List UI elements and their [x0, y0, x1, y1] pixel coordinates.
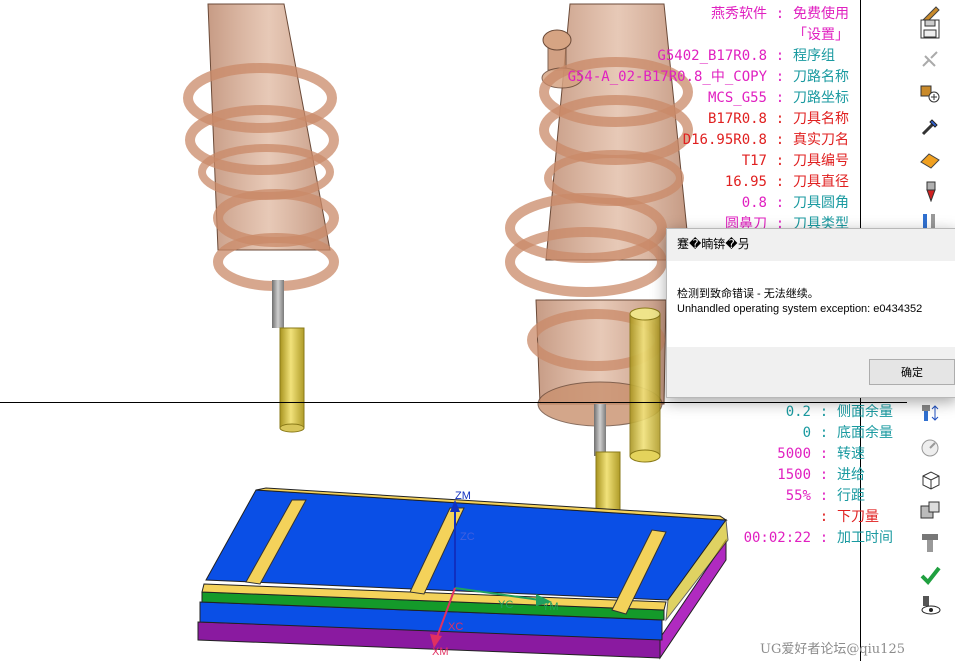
axis-label-xc: XC	[448, 621, 463, 633]
error-message: 检测到致命错误 - 无法继续。	[677, 288, 819, 300]
info-label: 进给	[837, 467, 865, 483]
info-row: : 下刀量	[744, 507, 901, 528]
info-row: 0.2: 侧面余量	[744, 402, 901, 423]
info-row: D16.95R0.8: 真实刀名	[568, 130, 857, 151]
info-label: 加工时间	[837, 530, 893, 546]
info-separator: :	[819, 425, 829, 441]
info-row: 0: 底面余量	[744, 423, 901, 444]
info-label: 刀路名称	[793, 69, 849, 85]
info-row: 55%: 行距	[744, 486, 901, 507]
info-label: 刀路坐标	[793, 90, 849, 106]
info-row: G54-A_02-B17R0.8_中_COPY: 刀路名称	[568, 67, 857, 88]
info-value: D16.95R0.8	[682, 132, 767, 148]
left-tool-holder	[183, 3, 339, 433]
view-icon[interactable]	[917, 592, 943, 618]
info-label: 刀具编号	[793, 153, 849, 169]
info-value: MCS_G55	[707, 90, 767, 106]
info-separator: :	[775, 132, 785, 148]
info-separator: :	[819, 467, 829, 483]
info-row: MCS_G55: 刀路坐标	[568, 88, 857, 109]
info-row: 0.8: 刀具圆角	[568, 193, 857, 214]
info-value: B17R0.8	[707, 111, 767, 127]
eyedropper-icon[interactable]	[917, 114, 943, 140]
info-row: 1500: 进给	[744, 465, 901, 486]
info-separator: :	[819, 446, 829, 462]
info-label: 刀具名称	[793, 111, 849, 127]
info-value: 1500	[777, 467, 811, 483]
axis-label-yc: YC	[498, 599, 513, 611]
info-separator: :	[819, 404, 829, 420]
info-separator: :	[819, 530, 829, 546]
end-mill-icon[interactable]	[917, 530, 943, 556]
dialog-title: 蹇�暔锛�叧	[677, 237, 750, 251]
info-separator: :	[819, 509, 829, 525]
info-row: 5000: 转速	[744, 444, 901, 465]
cube-icon[interactable]	[917, 466, 943, 492]
info-label: 行距	[837, 488, 865, 504]
info-value: 55%	[785, 488, 811, 504]
info-value: T17	[741, 153, 767, 169]
axis-label-ym: YM	[542, 601, 559, 613]
info-value: 0.2	[785, 404, 811, 420]
info-value: 0	[802, 425, 811, 441]
large-cylinder	[629, 313, 661, 457]
info-row: G5402_B17R0.8: 程序组	[568, 46, 857, 67]
info-label: 底面余量	[837, 425, 893, 441]
info-row: 燕秀软件: 免费使用	[568, 4, 857, 25]
left-end-mill	[279, 327, 305, 429]
info-label: 程序组	[793, 48, 835, 64]
info-value: 16.95	[724, 174, 767, 190]
info-separator: :	[775, 153, 785, 169]
info-label: 转速	[837, 446, 865, 462]
info-row: 16.95: 刀具直径	[568, 172, 857, 193]
info-value: 0.8	[741, 195, 767, 211]
info-row: T17: 刀具编号	[568, 151, 857, 172]
info-separator: :	[819, 488, 829, 504]
checkmark-icon[interactable]	[917, 562, 943, 588]
dialog-body: 检测到致命错误 - 无法继续。 Unhandled operating syst…	[667, 261, 955, 347]
add-operation-icon[interactable]	[917, 80, 943, 106]
info-label: 刀具圆角	[793, 195, 849, 211]
disabled-link-icon[interactable]	[917, 48, 943, 74]
info-separator: :	[775, 69, 785, 85]
exception-message: Unhandled operating system exception: e0…	[677, 303, 923, 315]
info-separator: :	[775, 90, 785, 106]
info-label: 侧面余量	[837, 404, 893, 420]
info-label: 「设置」	[793, 27, 849, 43]
info-value: G54-A_02-B17R0.8_中_COPY	[567, 69, 767, 85]
tool-stock-icon[interactable]	[917, 400, 943, 426]
axis-label-zc: ZC	[460, 531, 475, 543]
error-dialog: 蹇�暔锛�叧 检测到致命错误 - 无法继续。 Unhandled operati…	[666, 228, 955, 398]
info-separator: :	[775, 111, 785, 127]
info-value: 燕秀软件	[711, 6, 767, 22]
info-row: 「设置」	[568, 25, 857, 46]
info-separator: :	[775, 6, 785, 22]
toolpath-info-lower: 0.2: 侧面余量 0: 底面余量 5000: 转速 1500: 进给 55%: 行距: 下刀量 00…	[744, 402, 901, 549]
watermark-text: UG爱好者论坛@qiu125	[759, 642, 905, 657]
info-value: G5402_B17R0.8	[657, 48, 767, 64]
info-label: 真实刀名	[793, 132, 849, 148]
info-label: 免费使用	[793, 6, 849, 22]
info-separator: :	[775, 48, 785, 64]
eraser-icon[interactable]	[917, 146, 943, 172]
info-label: 刀具直径	[793, 174, 849, 190]
save-icon[interactable]	[917, 16, 943, 42]
info-row: B17R0.8: 刀具名称	[568, 109, 857, 130]
info-separator: :	[775, 195, 785, 211]
axis-label-xm: XM	[432, 646, 449, 658]
info-label: 下刀量	[837, 509, 879, 525]
folder-icon[interactable]	[917, 498, 943, 524]
info-separator: :	[775, 174, 785, 190]
toolpath-info-panel: 燕秀软件: 免费使用「设置」 G5402_B17R0.8: 程序组 G54-A_02-B…	[568, 4, 857, 235]
drill-bit-icon[interactable]	[917, 178, 943, 204]
gauge-icon[interactable]	[917, 434, 943, 460]
info-row: 00:02:22: 加工时间	[744, 528, 901, 549]
ok-button[interactable]: 确定	[869, 359, 955, 385]
info-separator	[767, 25, 793, 46]
info-value: 00:02:22	[743, 530, 811, 546]
axis-label-zm: ZM	[455, 490, 471, 502]
info-value: 5000	[777, 446, 811, 462]
